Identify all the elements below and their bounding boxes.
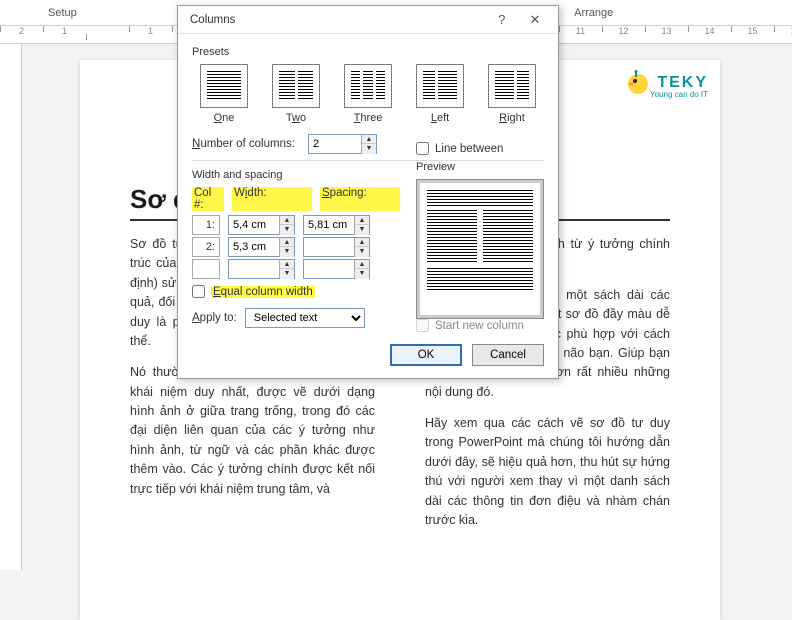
width-input[interactable]: ▲▼ [228, 259, 295, 279]
spin-down-icon[interactable]: ▼ [362, 144, 376, 154]
duck-icon [623, 70, 653, 96]
preset-two[interactable]: Two [268, 64, 324, 124]
col-number: 1: [192, 215, 220, 235]
line-between-label: Line between [435, 143, 503, 155]
spin-down-icon[interactable]: ▼ [280, 247, 294, 257]
spin-down-icon[interactable]: ▼ [280, 269, 294, 279]
ok-button[interactable]: OK [390, 344, 462, 366]
col-number: 2: [192, 237, 220, 257]
preset-three[interactable]: Three [340, 64, 396, 124]
spacing-header: Spacing: [320, 187, 400, 211]
spin-up-icon[interactable]: ▲ [280, 216, 294, 226]
vertical-ruler [0, 44, 22, 570]
preview-label: Preview [416, 161, 544, 173]
line-between-checkbox[interactable] [416, 142, 429, 155]
close-icon[interactable]: ✕ [520, 12, 550, 28]
width-input[interactable]: ▲▼ [228, 237, 295, 257]
columns-dialog: Columns ? ✕ Presets One Two Three Left [177, 5, 559, 379]
spin-up-icon[interactable]: ▲ [355, 216, 369, 226]
spin-up-icon[interactable]: ▲ [280, 238, 294, 248]
spacing-input[interactable]: ▲▼ [303, 259, 370, 279]
apply-to-select[interactable]: Selected text [245, 308, 365, 328]
help-icon[interactable]: ? [487, 12, 517, 27]
preset-left[interactable]: Left [412, 64, 468, 124]
num-columns-input[interactable]: ▲▼ [308, 134, 377, 154]
col-number [192, 259, 220, 279]
spin-up-icon[interactable]: ▲ [280, 260, 294, 270]
apply-to-label: Apply to: [192, 312, 237, 324]
spacing-input[interactable]: ▲▼ [303, 237, 370, 257]
paragraph: Nó thường được tạo ra xung quanh một khá… [130, 363, 375, 499]
equal-width-checkbox[interactable] [192, 285, 205, 298]
equal-width-label: Equal column width [211, 286, 315, 298]
num-columns-label: Number of columns: [192, 138, 302, 150]
preview-pane [416, 179, 544, 319]
dialog-titlebar[interactable]: Columns ? ✕ [178, 6, 558, 34]
spacing-input[interactable]: ▲▼ [303, 215, 370, 235]
presets-label: Presets [192, 46, 544, 58]
spin-up-icon[interactable]: ▲ [355, 260, 369, 270]
cancel-button[interactable]: Cancel [472, 344, 544, 366]
spin-down-icon[interactable]: ▼ [355, 247, 369, 257]
preset-label: ne [222, 112, 234, 124]
spin-up-icon[interactable]: ▲ [362, 135, 376, 145]
logo-tagline: Young can do IT [650, 90, 708, 99]
start-new-column-checkbox [416, 319, 429, 332]
spin-up-icon[interactable]: ▲ [355, 238, 369, 248]
dialog-title: Columns [190, 14, 235, 26]
start-new-column-label: Start new column [435, 320, 524, 332]
spin-down-icon[interactable]: ▼ [280, 225, 294, 235]
spin-down-icon[interactable]: ▼ [355, 269, 369, 279]
preset-right[interactable]: Right [484, 64, 540, 124]
preset-one[interactable]: One [196, 64, 252, 124]
width-header: Width: [232, 187, 312, 211]
width-input[interactable]: ▲▼ [228, 215, 295, 235]
paragraph: Hãy xem qua các cách vẽ sơ đồ tư duy tro… [425, 414, 670, 530]
spin-down-icon[interactable]: ▼ [355, 225, 369, 235]
ribbon-group-setup: Setup [8, 7, 117, 19]
col-num-header: Col #: [192, 187, 224, 211]
